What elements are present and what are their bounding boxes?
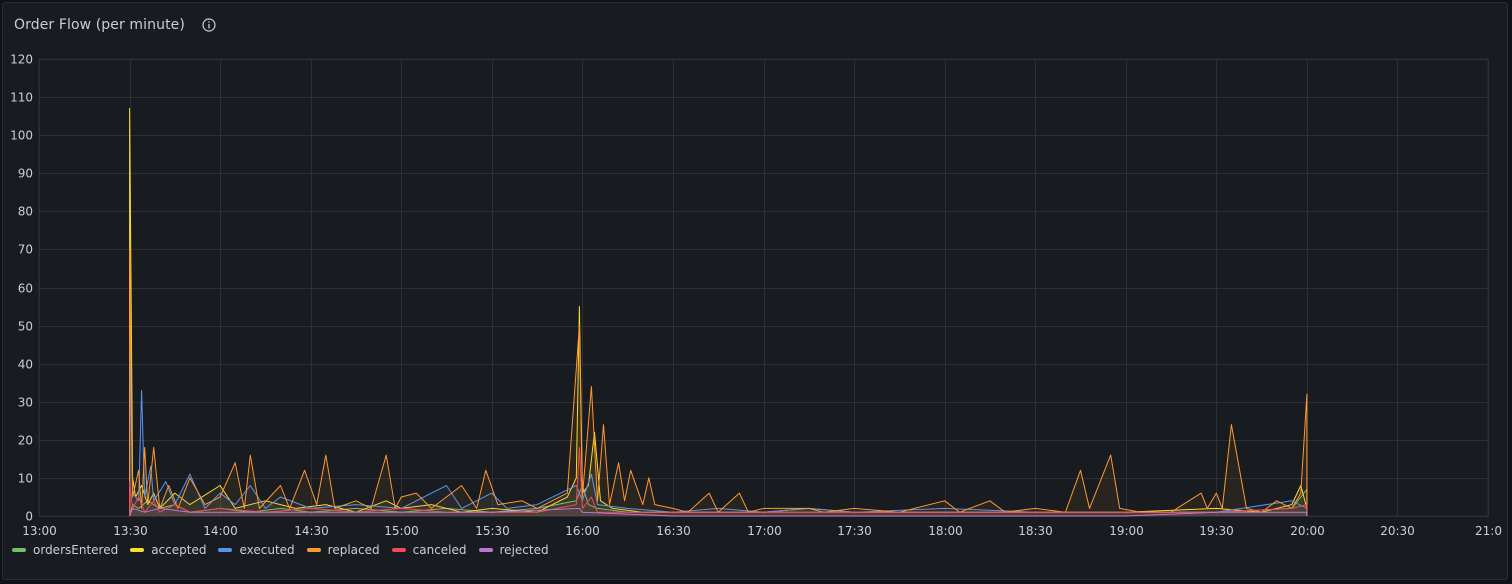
y-tick-label: 90	[18, 167, 33, 181]
x-tick-label: 15:00	[384, 524, 419, 538]
legend-swatch	[391, 548, 406, 552]
legend-swatch	[218, 548, 233, 552]
x-tick-label: 18:00	[928, 524, 963, 538]
x-tick-label: 17:00	[747, 524, 782, 538]
x-tick-label: 16:00	[565, 524, 600, 538]
legend-label: replaced	[327, 543, 380, 557]
y-tick-label: 120	[10, 53, 33, 67]
legend-item-executed[interactable]: executed	[218, 543, 296, 557]
plot-area	[38, 58, 1489, 517]
legend-swatch	[478, 548, 493, 552]
x-tick-label: 14:00	[203, 524, 238, 538]
y-tick-label: 80	[18, 205, 33, 219]
legend-label: canceled	[412, 543, 467, 557]
series-line-accepted[interactable]	[129, 108, 1308, 517]
series-line-replaced[interactable]	[129, 248, 1308, 516]
y-tick-label: 40	[18, 358, 33, 372]
x-tick-label: 19:30	[1199, 524, 1234, 538]
legend-item-rejected[interactable]: rejected	[478, 543, 551, 557]
x-tick-label: 13:00	[22, 524, 57, 538]
legend-label: accepted	[151, 543, 207, 557]
line-chart[interactable]: 0 10 20 30 40 50 60 70 80 90 100 110 120 13:00 13:30 14…	[0, 0, 1512, 584]
x-tick-label: 20:00	[1290, 524, 1325, 538]
legend-item-ordersEntered[interactable]: ordersEntered	[12, 543, 120, 557]
y-tick-label: 100	[10, 129, 33, 143]
legend-swatch	[130, 548, 145, 552]
y-tick-label: 60	[18, 282, 33, 296]
y-tick-label: 50	[18, 320, 33, 334]
x-tick-label: 16:30	[656, 524, 691, 538]
x-tick-label: 14:30	[294, 524, 329, 538]
legend-swatch	[12, 548, 26, 552]
series-area-accepted	[129, 108, 1307, 516]
legend-item-accepted[interactable]: accepted	[130, 543, 208, 557]
x-tick-label: 15:30	[475, 524, 510, 538]
x-tick-label: 20:30	[1380, 524, 1415, 538]
y-tick-label: 110	[10, 91, 33, 105]
y-tick-label: 20	[18, 434, 33, 448]
x-tick-label: 19:00	[1109, 524, 1144, 538]
x-tick-label: 13:30	[113, 524, 148, 538]
y-tick-label: 10	[18, 472, 33, 486]
y-tick-label: 0	[25, 510, 33, 524]
legend-label: ordersEntered	[33, 543, 119, 557]
y-tick-label: 30	[18, 396, 33, 410]
legend: ordersEntered accepted executed replaced can…	[12, 543, 551, 557]
legend-label: rejected	[499, 543, 549, 557]
y-tick-label: 70	[18, 243, 33, 257]
legend-item-canceled[interactable]: canceled	[391, 543, 469, 557]
x-tick-label: 17:30	[837, 524, 872, 538]
x-tick-label: 18:30	[1018, 524, 1053, 538]
legend-label: executed	[239, 543, 295, 557]
x-tick-label: 21:0	[1475, 524, 1502, 538]
legend-swatch	[306, 548, 321, 552]
legend-item-replaced[interactable]: replaced	[306, 543, 382, 557]
